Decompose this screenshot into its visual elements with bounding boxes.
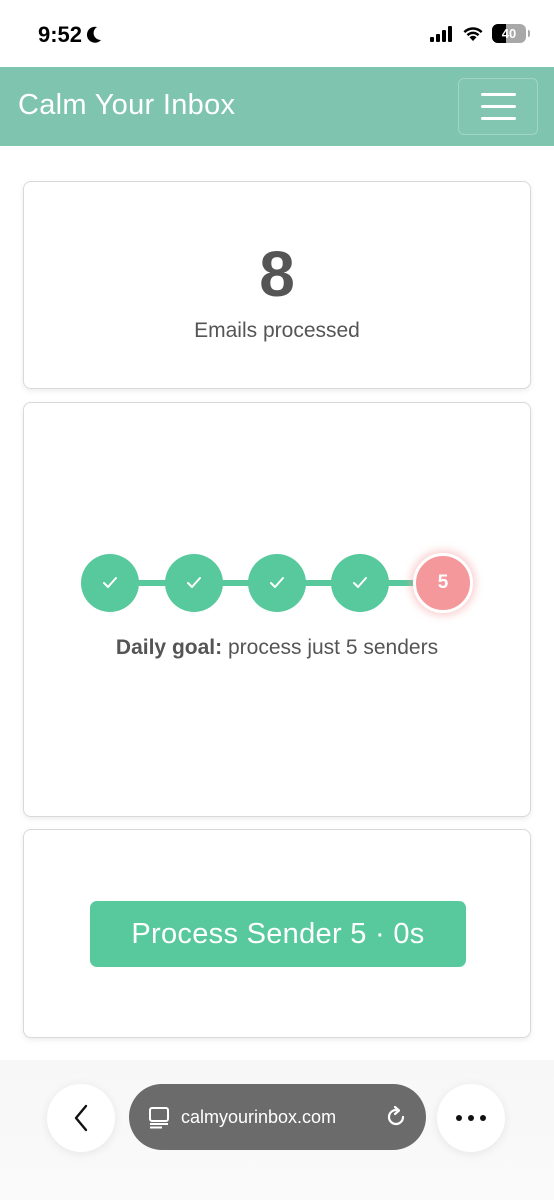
check-icon (103, 577, 117, 588)
emails-processed-card: 8 Emails processed (23, 181, 531, 389)
emails-processed-count: 8 (259, 238, 295, 310)
step-1-complete (81, 554, 139, 612)
goal-progress: 5 (81, 552, 475, 614)
reload-icon[interactable] (384, 1105, 408, 1129)
more-options-button[interactable] (437, 1084, 505, 1152)
browser-toolbar: calmyourinbox.com (0, 1060, 554, 1200)
step-5-current: 5 (413, 553, 473, 613)
url-text: calmyourinbox.com (181, 1106, 337, 1127)
step-3-complete (248, 554, 306, 612)
menu-icon-bar (480, 93, 516, 96)
signal-icon (430, 25, 452, 42)
process-card: Process Sender 5 · 0s (23, 829, 531, 1038)
address-bar[interactable]: calmyourinbox.com (129, 1084, 426, 1150)
emails-processed-label: Emails processed (194, 319, 360, 342)
menu-icon-bar (480, 105, 516, 108)
daily-goal-heading: Daily goal: (115, 636, 223, 659)
daily-goal-text: Daily goal: process just 5 senders (24, 636, 530, 660)
status-time: 9:52 (38, 22, 102, 48)
step-2-complete (165, 554, 223, 612)
clock: 9:52 (38, 22, 83, 47)
step-5-label: 5 (437, 572, 449, 593)
daily-goal-card: 5 Daily goal: process just 5 senders (23, 402, 531, 817)
status-bar: 9:52 40 (0, 0, 554, 67)
hamburger-menu-button[interactable] (458, 78, 538, 135)
menu-icon-bar (480, 117, 516, 120)
check-icon (353, 577, 367, 588)
check-icon (187, 577, 201, 588)
battery-level: 40 (501, 26, 517, 41)
daily-goal-description: process just 5 senders (227, 636, 439, 659)
battery-icon: 40 (492, 24, 530, 43)
back-button[interactable] (47, 1084, 115, 1152)
chevron-left-icon (74, 1104, 88, 1132)
app-title[interactable]: Calm Your Inbox (18, 89, 235, 122)
ellipsis-icon (456, 1115, 486, 1121)
status-indicators: 40 (430, 24, 530, 43)
tabs-icon (149, 1107, 169, 1129)
moon-icon (87, 26, 102, 43)
wifi-icon (463, 26, 483, 41)
step-4-complete (331, 554, 389, 612)
app-header: Calm Your Inbox (0, 67, 554, 146)
process-sender-button[interactable]: Process Sender 5 · 0s (90, 901, 466, 967)
check-icon (270, 577, 284, 588)
